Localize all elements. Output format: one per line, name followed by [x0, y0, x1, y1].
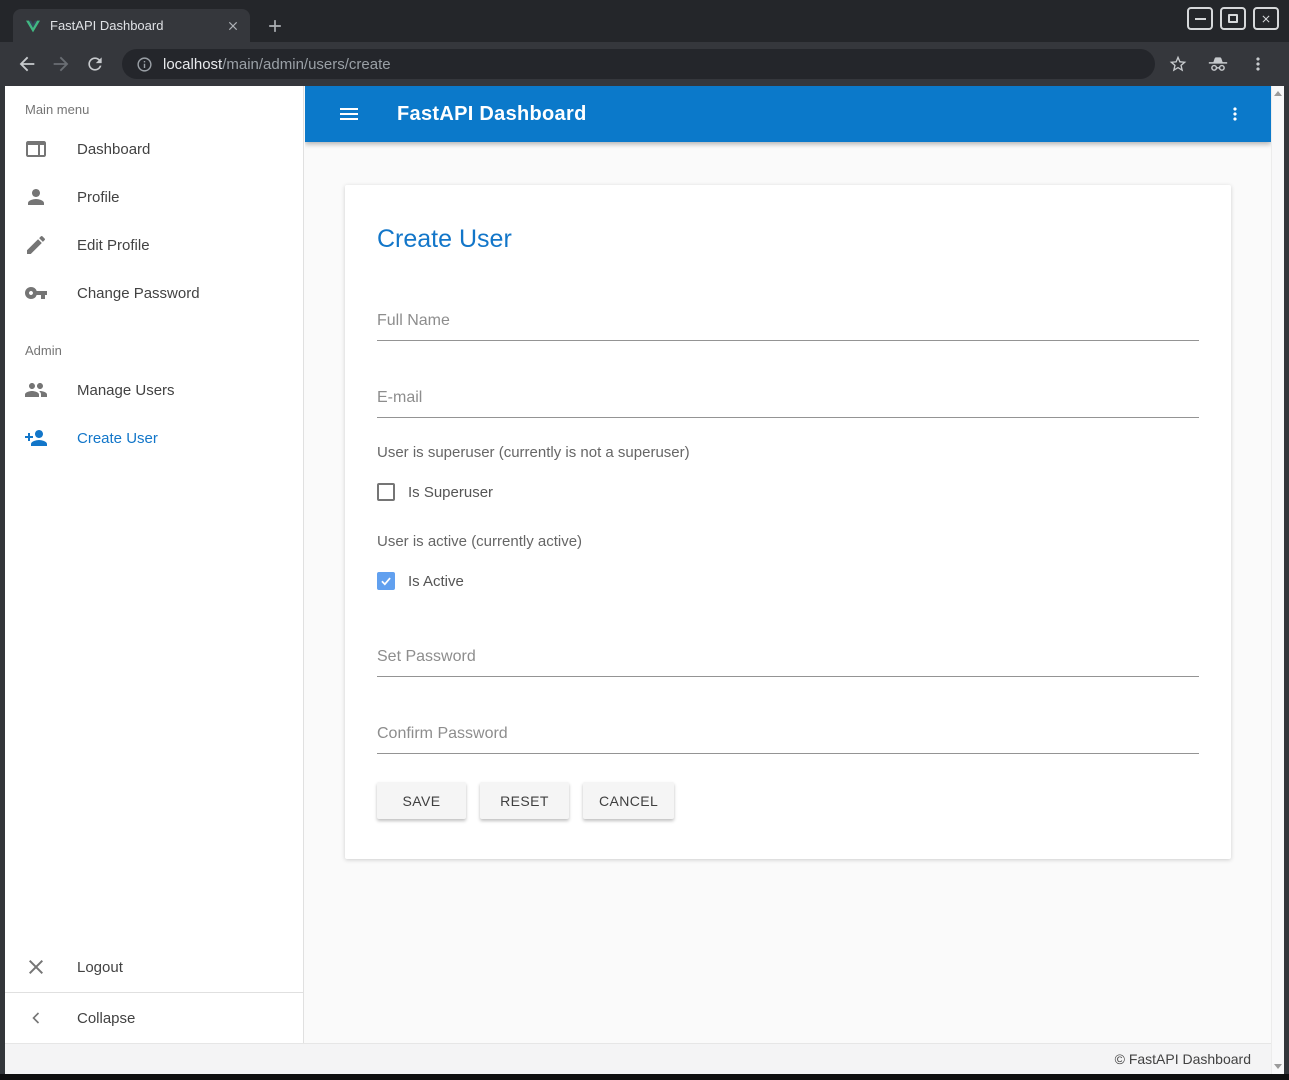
set-password-input[interactable] — [377, 642, 1199, 677]
people-icon — [24, 378, 48, 402]
full-name-field-wrap — [377, 306, 1199, 341]
is-superuser-label: Is Superuser — [408, 484, 493, 501]
sidebar-item-label: Create User — [77, 430, 158, 447]
url-bar[interactable]: localhost/main/admin/users/create — [122, 49, 1155, 79]
browser-menu-icon[interactable] — [1243, 49, 1273, 79]
sidebar-item-change-password[interactable]: Change Password — [5, 269, 303, 317]
sidebar-item-label: Change Password — [77, 285, 200, 302]
refresh-button[interactable] — [80, 49, 110, 79]
is-active-label: Is Active — [408, 573, 464, 590]
sidebar-item-edit-profile[interactable]: Edit Profile — [5, 221, 303, 269]
browser-titlebar: FastAPI Dashboard — [0, 0, 1289, 42]
vue-logo-icon — [25, 18, 41, 34]
scroll-up-icon[interactable] — [1274, 91, 1282, 96]
sidebar-item-collapse[interactable]: Collapse — [5, 993, 303, 1043]
sidebar-item-label: Profile — [77, 189, 120, 206]
person-icon — [24, 185, 48, 209]
set-password-field-wrap — [377, 642, 1199, 677]
superuser-hint: User is superuser (currently is not a su… — [377, 444, 1199, 461]
url-path: /main/admin/users/create — [222, 56, 390, 73]
appbar-title: FastAPI Dashboard — [397, 103, 1215, 126]
sidebar-item-create-user[interactable]: Create User — [5, 414, 303, 462]
appbar: FastAPI Dashboard — [305, 86, 1271, 142]
full-name-input[interactable] — [377, 306, 1199, 341]
site-info-icon[interactable] — [136, 56, 153, 73]
email-field-wrap — [377, 383, 1199, 418]
person-add-icon — [24, 426, 48, 450]
is-superuser-checkbox[interactable] — [377, 483, 395, 501]
pencil-icon — [24, 233, 48, 257]
footer-copyright: © FastAPI Dashboard — [1115, 1051, 1251, 1067]
key-icon — [24, 281, 48, 305]
hamburger-menu-icon[interactable] — [329, 94, 369, 134]
vertical-scrollbar[interactable] — [1271, 86, 1284, 1074]
confirm-password-input[interactable] — [377, 719, 1199, 754]
page: Main menu Dashboard Profile — [5, 86, 1284, 1074]
sidebar-item-profile[interactable]: Profile — [5, 173, 303, 221]
forward-button[interactable] — [46, 49, 76, 79]
dashboard-icon — [24, 137, 48, 161]
window-frame-bottom — [0, 1074, 1289, 1080]
bookmark-star-icon[interactable] — [1163, 49, 1193, 79]
save-button[interactable]: SAVE — [377, 782, 466, 819]
sidebar-item-dashboard[interactable]: Dashboard — [5, 125, 303, 173]
incognito-icon — [1203, 49, 1233, 79]
tab-title: FastAPI Dashboard — [50, 18, 224, 33]
browser-toolbar: localhost/main/admin/users/create — [0, 42, 1289, 86]
minimize-button[interactable] — [1187, 7, 1213, 30]
sidebar-item-label: Manage Users — [77, 382, 175, 399]
url-host: localhost — [163, 56, 222, 73]
new-tab-button[interactable] — [262, 13, 288, 39]
footer: © FastAPI Dashboard — [5, 1043, 1284, 1074]
sidebar-item-label: Dashboard — [77, 141, 150, 158]
close-window-button[interactable] — [1253, 7, 1279, 30]
browser-tab[interactable]: FastAPI Dashboard — [13, 9, 250, 42]
confirm-password-field-wrap — [377, 719, 1199, 754]
maximize-button[interactable] — [1220, 7, 1246, 30]
scroll-down-icon[interactable] — [1274, 1064, 1282, 1069]
back-button[interactable] — [12, 49, 42, 79]
url-text: localhost/main/admin/users/create — [163, 56, 391, 73]
sidebar-item-manage-users[interactable]: Manage Users — [5, 366, 303, 414]
email-input[interactable] — [377, 383, 1199, 418]
window-controls — [1187, 7, 1279, 30]
appbar-menu-icon[interactable] — [1215, 94, 1255, 134]
sidebar-section-header: Admin — [5, 327, 303, 366]
toolbar-actions — [1163, 49, 1277, 79]
sidebar-item-logout[interactable]: Logout — [5, 942, 303, 992]
page-title: Create User — [377, 225, 1199, 254]
tab-close-icon[interactable] — [224, 17, 242, 35]
is-active-checkbox[interactable] — [377, 572, 395, 590]
create-user-card: Create User User is superuser (currently… — [345, 185, 1231, 859]
content-area: FastAPI Dashboard Create User User is su… — [305, 86, 1271, 1043]
reset-button[interactable]: RESET — [480, 782, 569, 819]
is-superuser-checkbox-row[interactable]: Is Superuser — [377, 483, 1199, 501]
sidebar-bottom: Logout Collapse — [5, 942, 303, 1043]
browser-window: FastAPI Dashboard — [0, 0, 1289, 1080]
cancel-button[interactable]: CANCEL — [583, 782, 674, 819]
close-icon — [24, 955, 48, 979]
is-active-checkbox-row[interactable]: Is Active — [377, 572, 1199, 590]
sidebar-section-header: Main menu — [5, 86, 303, 125]
sidebar: Main menu Dashboard Profile — [5, 86, 304, 1043]
chevron-left-icon — [24, 1006, 48, 1030]
form-buttons: SAVE RESET CANCEL — [377, 782, 1199, 819]
active-hint: User is active (currently active) — [377, 533, 1199, 550]
sidebar-item-label: Edit Profile — [77, 237, 150, 254]
sidebar-item-label: Logout — [77, 959, 123, 976]
sidebar-item-label: Collapse — [77, 1010, 135, 1027]
